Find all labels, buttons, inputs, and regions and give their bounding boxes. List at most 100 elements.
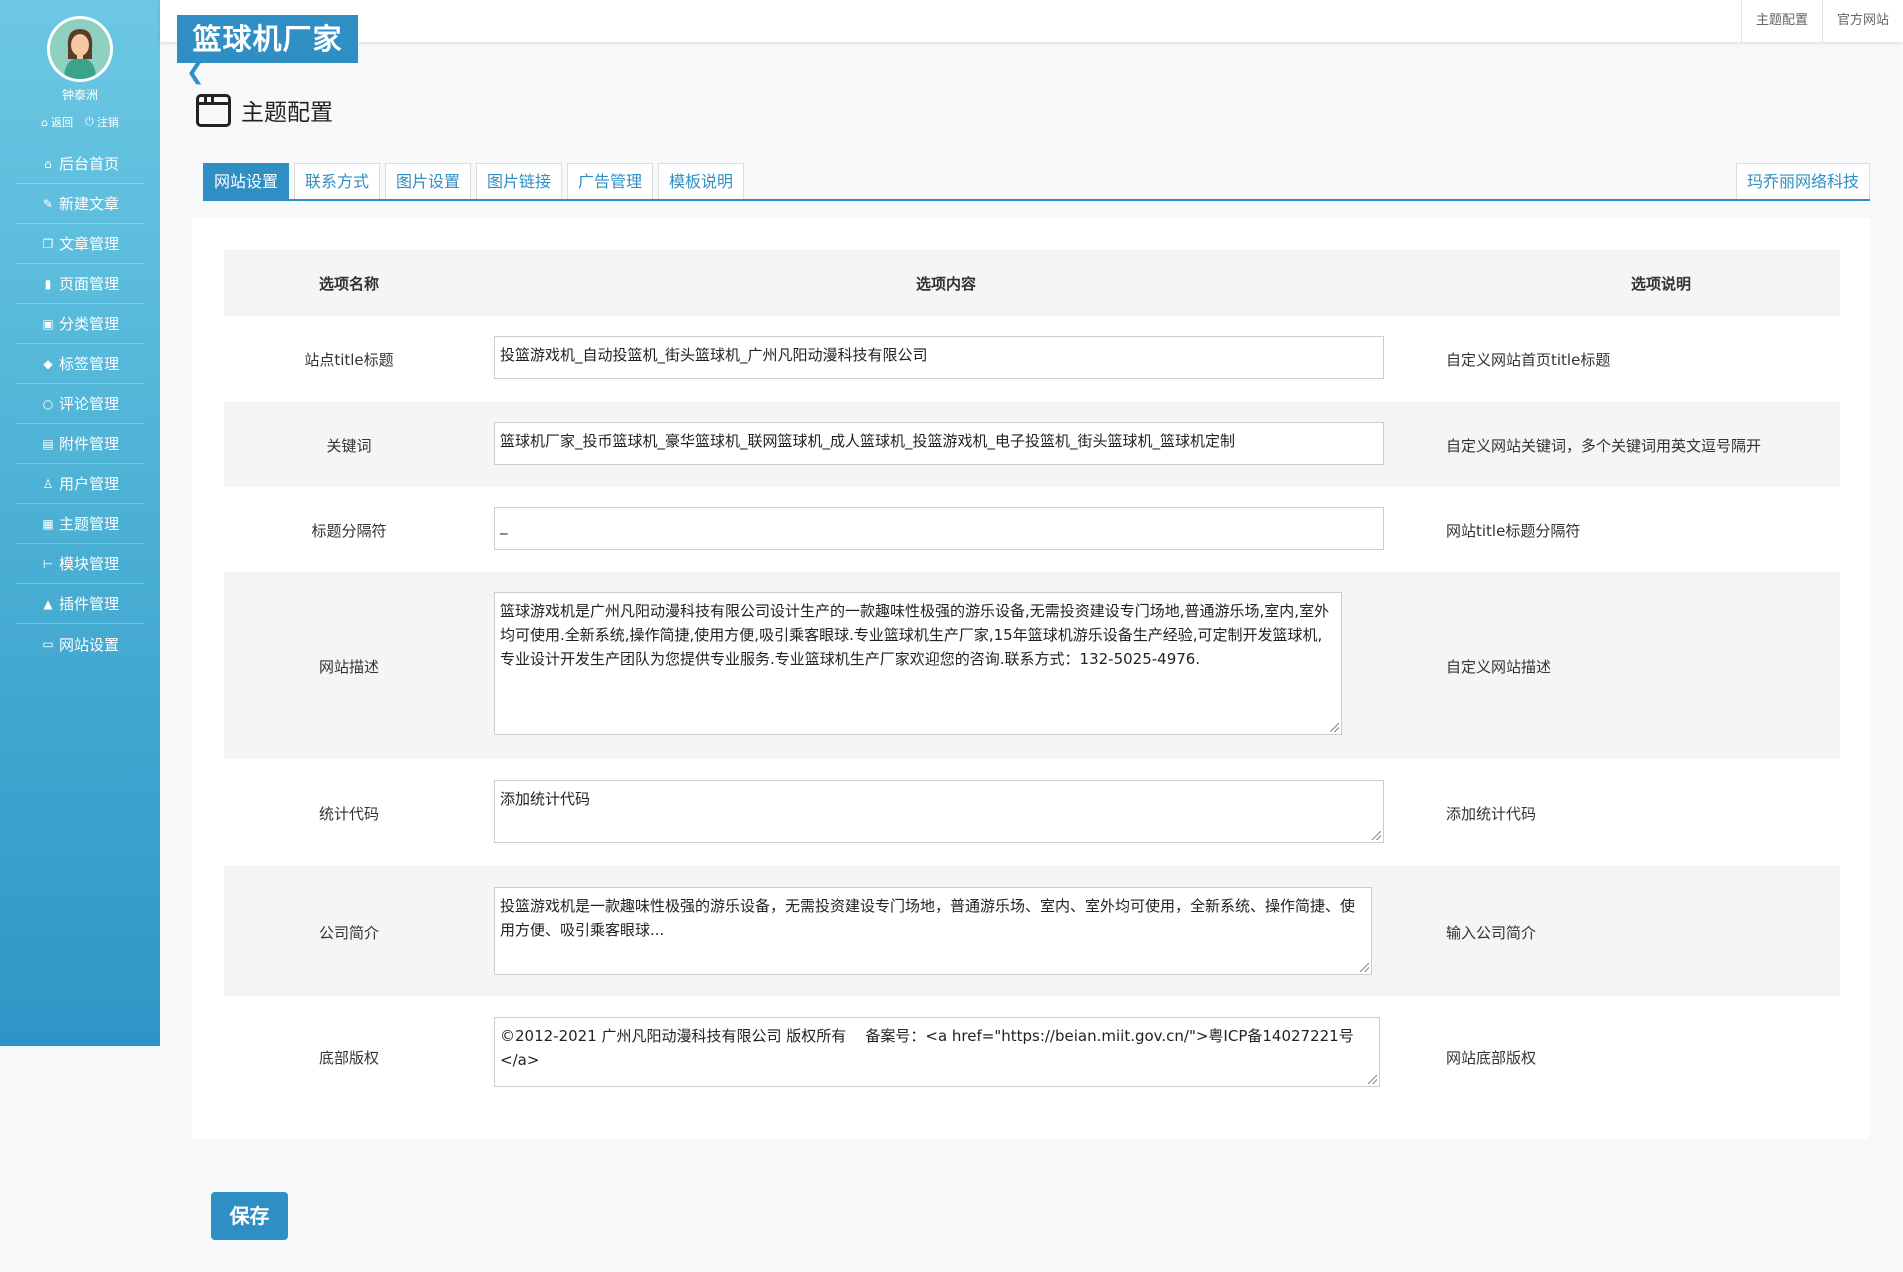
page-title: 主题配置 <box>241 100 333 126</box>
home-icon: ⌂ <box>41 115 49 129</box>
sidebar-item-categories[interactable]: ▣ 分类管理 <box>16 304 144 344</box>
user-icon: ♙ <box>42 476 54 491</box>
sidebar-item-label: 评论管理 <box>58 395 119 413</box>
tab-ads[interactable]: 广告管理 <box>567 163 654 199</box>
collapse-arrow-icon[interactable]: ❮ <box>186 60 204 85</box>
row-desc: 自定义网站首页title标题 <box>1446 351 1611 369</box>
company-intro-textarea[interactable]: 投篮游戏机是一款趣味性极强的游乐设备，无需投资建设专门场地，普通游乐场、室内、室… <box>494 887 1372 975</box>
home-icon: ⌂ <box>44 156 52 171</box>
folder-icon: ▣ <box>42 316 54 331</box>
row-label: 关键词 <box>326 437 372 455</box>
row-label: 底部版权 <box>318 1049 379 1067</box>
tab-template-info[interactable]: 模板说明 <box>658 163 745 199</box>
comment-icon: ○ <box>42 396 54 411</box>
tab-contact[interactable]: 联系方式 <box>294 163 381 199</box>
sidebar-item-label: 新建文章 <box>58 195 119 213</box>
table-row: 底部版权 ©2012-2021 广州凡阳动漫科技有限公司 版权所有 备案号：<a… <box>224 996 1840 1114</box>
tag-icon: ◆ <box>43 356 53 371</box>
footer-copyright-textarea[interactable]: ©2012-2021 广州凡阳动漫科技有限公司 版权所有 备案号：<a href… <box>494 1017 1380 1087</box>
sidebar-item-label: 用户管理 <box>58 475 119 493</box>
sidebar-item-users[interactable]: ♙ 用户管理 <box>16 464 144 504</box>
sidebar-item-label: 主题管理 <box>58 515 119 533</box>
sidebar-item-pages[interactable]: ▮ 页面管理 <box>16 264 144 304</box>
sidebar-item-attachments[interactable]: ▤ 附件管理 <box>16 424 144 464</box>
sidebar-item-new-article[interactable]: ✎ 新建文章 <box>16 184 144 224</box>
sidebar-item-label: 附件管理 <box>58 435 119 453</box>
company-tab-link[interactable]: 玛乔丽网络科技 <box>1735 163 1870 199</box>
save-button[interactable]: 保存 <box>211 1192 288 1240</box>
page-header: 主题配置 <box>196 93 333 127</box>
power-icon: ⏻ <box>85 115 94 128</box>
table-row: 关键词 篮球机厂家_投币篮球机_豪华篮球机_联网篮球机_成人篮球机_投篮游戏机_… <box>224 402 1840 487</box>
browser-window-icon <box>196 93 231 127</box>
header-desc: 选项说明 <box>1631 275 1692 293</box>
sidebar: 钟泰洲 ⌂ 返回 ⏻ 注销 ⌂ 后台首页 ✎ 新建文章 ❐ 文章管理 ▮ 页面管理 ▣ 分… <box>0 0 160 1046</box>
sidebar-item-label: 后台首页 <box>58 155 119 173</box>
tabs: 网站设置 联系方式 图片设置 图片链接 广告管理 模板说明 玛乔丽网络科技 <box>203 163 1870 201</box>
sidebar-item-label: 网站设置 <box>58 635 119 654</box>
logo[interactable]: 篮球机厂家 <box>177 15 358 63</box>
sidebar-item-label: 插件管理 <box>58 595 119 613</box>
row-desc: 输入公司简介 <box>1446 924 1537 942</box>
tab-image-links[interactable]: 图片链接 <box>476 163 563 199</box>
table-row: 标题分隔符 _ 网站title标题分隔符 <box>224 487 1840 572</box>
topbar: 主题配置 官方网站 <box>160 0 1903 42</box>
row-desc: 自定义网站描述 <box>1446 658 1552 676</box>
sidebar-item-tags[interactable]: ◆ 标签管理 <box>16 344 144 384</box>
copy-icon: ❐ <box>42 236 54 251</box>
header-name: 选项名称 <box>318 275 379 293</box>
sidebar-item-articles[interactable]: ❐ 文章管理 <box>16 224 144 264</box>
official-site-link[interactable]: 官方网站 <box>1821 0 1903 42</box>
avatar[interactable] <box>47 16 113 82</box>
table-row: 站点title标题 投篮游戏机_自动投篮机_街头篮球机_广州凡阳动漫科技有限公司… <box>224 316 1840 402</box>
tab-site-settings[interactable]: 网站设置 <box>203 163 290 199</box>
keywords-input[interactable]: 篮球机厂家_投币篮球机_豪华篮球机_联网篮球机_成人篮球机_投篮游戏机_电子投篮… <box>494 422 1384 465</box>
table-row: 公司简介 投篮游戏机是一款趣味性极强的游乐设备，无需投资建设专门场地，普通游乐场… <box>224 866 1840 996</box>
top-links: 主题配置 官方网站 <box>1740 0 1903 42</box>
user-links: ⌂ 返回 ⏻ 注销 <box>0 114 160 130</box>
settings-table: 选项名称 选项内容 选项说明 站点title标题 投篮游戏机_自动投篮机_街头篮… <box>224 250 1840 1114</box>
sidebar-nav: ⌂ 后台首页 ✎ 新建文章 ❐ 文章管理 ▮ 页面管理 ▣ 分类管理 ◆ 标签管理 ○ 评论管… <box>16 144 144 664</box>
avatar-image <box>50 19 110 79</box>
analytics-code-textarea[interactable]: 添加统计代码 <box>494 780 1384 843</box>
row-desc: 添加统计代码 <box>1446 805 1537 823</box>
header-content: 选项内容 <box>916 275 977 293</box>
back-label: 返回 <box>51 116 74 129</box>
file-icon: ▮ <box>44 276 52 291</box>
table-row: 网站描述 篮球游戏机是广州凡阳动漫科技有限公司设计生产的一款趣味性极强的游乐设备… <box>224 572 1840 759</box>
theme-icon: ▦ <box>42 516 54 531</box>
sidebar-item-label: 分类管理 <box>58 315 119 333</box>
table-row: 统计代码 添加统计代码 添加统计代码 <box>224 759 1840 866</box>
row-desc: 网站底部版权 <box>1446 1049 1537 1067</box>
logout-label: 注销 <box>96 116 119 129</box>
row-desc: 网站title标题分隔符 <box>1446 522 1581 540</box>
row-label: 公司简介 <box>318 924 379 942</box>
theme-config-link[interactable]: 主题配置 <box>1740 0 1822 42</box>
sidebar-item-site-settings[interactable]: ▭ 网站设置 <box>16 624 144 664</box>
tab-image-settings[interactable]: 图片设置 <box>385 163 472 199</box>
row-label: 统计代码 <box>318 805 379 823</box>
site-title-input[interactable]: 投篮游戏机_自动投篮机_街头篮球机_广州凡阳动漫科技有限公司 <box>494 336 1384 379</box>
row-label: 标题分隔符 <box>311 522 387 540</box>
row-desc: 自定义网站关键词，多个关键词用英文逗号隔开 <box>1446 437 1762 455</box>
window-icon: ▭ <box>42 637 54 651</box>
title-separator-input[interactable]: _ <box>494 507 1384 550</box>
back-link[interactable]: ⌂ 返回 <box>41 114 73 130</box>
row-label: 网站描述 <box>318 658 379 676</box>
sidebar-item-label: 文章管理 <box>58 235 119 253</box>
sidebar-item-comments[interactable]: ○ 评论管理 <box>16 384 144 424</box>
sidebar-item-dashboard[interactable]: ⌂ 后台首页 <box>16 144 144 184</box>
site-description-textarea[interactable]: 篮球游戏机是广州凡阳动漫科技有限公司设计生产的一款趣味性极强的游乐设备,无需投资… <box>494 592 1342 735</box>
row-label: 站点title标题 <box>304 351 394 369</box>
username: 钟泰洲 <box>61 88 98 102</box>
sidebar-item-plugins[interactable]: ▲ 插件管理 <box>16 584 144 624</box>
edit-icon: ✎ <box>42 196 54 211</box>
hdd-icon: ▤ <box>42 436 54 451</box>
logout-link[interactable]: ⏻ 注销 <box>85 114 119 130</box>
plugin-icon: ▲ <box>43 596 53 611</box>
sidebar-item-label: 标签管理 <box>58 355 119 373</box>
sidebar-item-label: 页面管理 <box>58 275 119 293</box>
settings-panel: 选项名称 选项内容 选项说明 站点title标题 投篮游戏机_自动投篮机_街头篮… <box>192 218 1870 1139</box>
sidebar-item-themes[interactable]: ▦ 主题管理 <box>16 504 144 544</box>
sidebar-item-modules[interactable]: ⊢ 模块管理 <box>16 544 144 584</box>
